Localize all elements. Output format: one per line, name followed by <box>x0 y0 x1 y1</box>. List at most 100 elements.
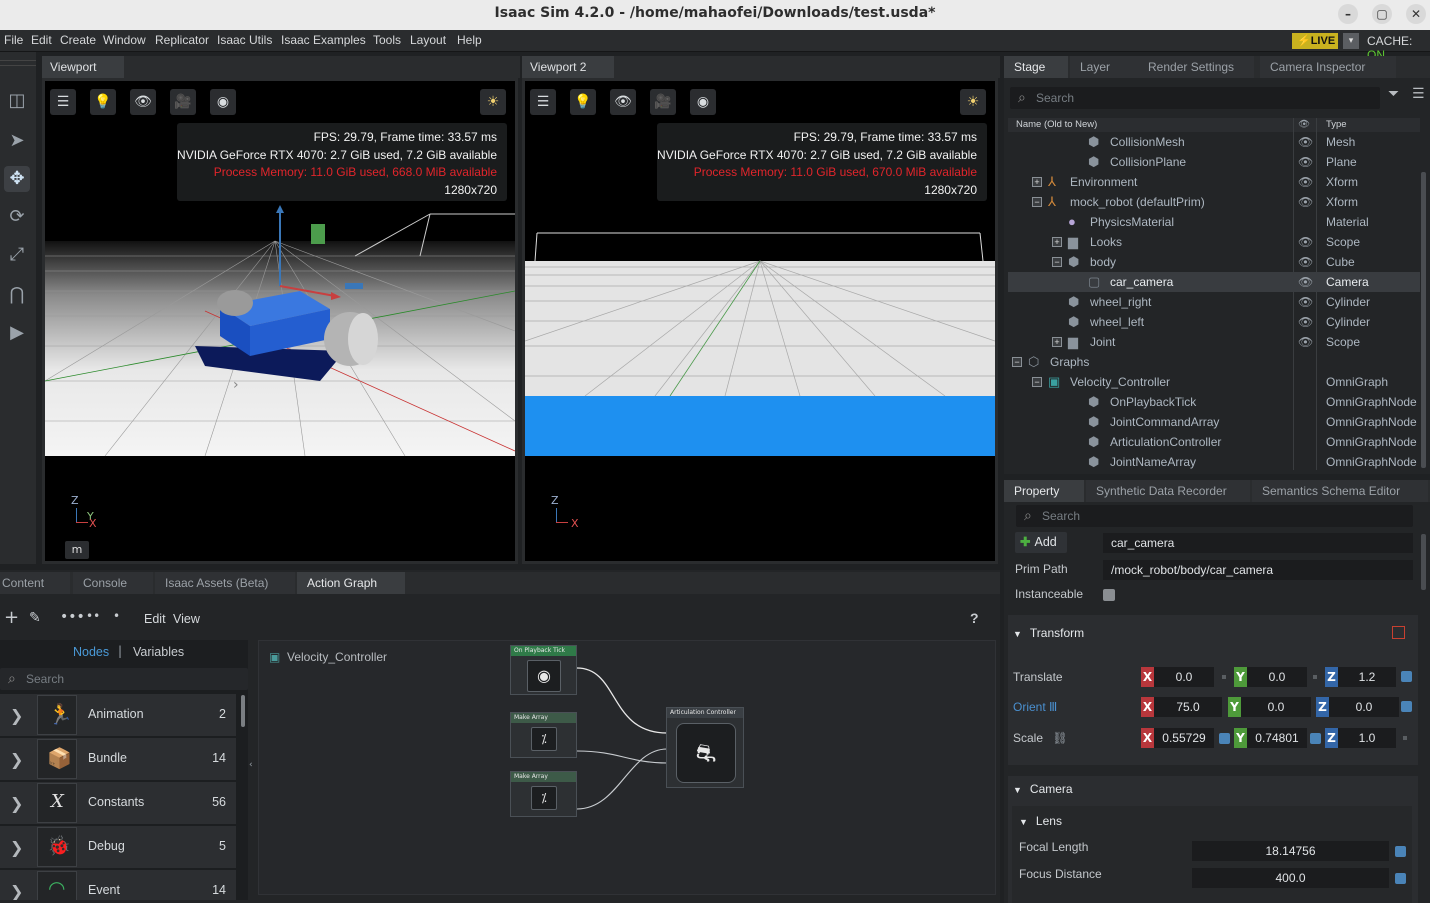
stage-row-velocity-controller[interactable]: − ▣ Velocity_Controller OmniGraph <box>1008 372 1420 392</box>
variables-tab[interactable]: Variables <box>133 645 184 659</box>
stage-row-onplaybacktick[interactable]: ⬢ OnPlaybackTick OmniGraphNode <box>1008 392 1420 412</box>
expand-icon[interactable]: + <box>1032 177 1042 187</box>
orient-keyframe-button[interactable] <box>1401 701 1412 712</box>
dots-small-icon[interactable]: •• <box>86 609 100 623</box>
render-mode-icon[interactable]: ◉ <box>690 89 716 115</box>
transform-reset-icon[interactable] <box>1392 626 1405 639</box>
minimize-button[interactable]: – <box>1338 4 1358 24</box>
tab-semantics-schema-editor[interactable]: Semantics Schema Editor <box>1252 480 1428 502</box>
collapse-icon[interactable]: − <box>1052 257 1062 267</box>
select-mode-icon[interactable]: ◫ <box>4 88 30 114</box>
stage-row-collisionplane[interactable]: ⬢ CollisionPlane 👁 Plane <box>1008 152 1420 172</box>
orient-x-field[interactable]: 75.0 <box>1154 697 1222 717</box>
orient-y-field[interactable]: 0.0 <box>1241 697 1311 717</box>
collapse-icon[interactable]: − <box>1032 197 1042 207</box>
viewport-settings-icon[interactable]: ☰ <box>50 89 76 115</box>
tab-isaac-assets[interactable]: Isaac Assets (Beta) <box>155 572 295 594</box>
live-dropdown-button[interactable]: ▾ <box>1343 33 1359 49</box>
filter-icon[interactable]: ⏷ <box>1388 86 1399 102</box>
stage-row-car-camera[interactable]: ▢ car_camera 👁 Camera <box>1008 272 1420 292</box>
visibility-eye-icon[interactable]: 👁 <box>1298 132 1313 152</box>
node-search-input[interactable]: Search <box>0 667 248 690</box>
menu-edit[interactable]: Edit <box>31 33 52 47</box>
rotate-tool-icon[interactable]: ⟳ <box>4 204 30 230</box>
stage-row-jointcommandarray[interactable]: ⬢ JointCommandArray OmniGraphNode <box>1008 412 1420 432</box>
focus-distance-keyframe-button[interactable] <box>1395 873 1406 884</box>
orient-mode-icon[interactable]: Ⅲ <box>1049 700 1057 714</box>
col-visibility-eye-icon[interactable]: 👁 <box>1298 118 1310 132</box>
visibility-eye-icon[interactable]: 👁 <box>1298 292 1313 312</box>
scale-y-field[interactable]: 0.74801 <box>1247 728 1307 748</box>
stage-row-collisionmesh[interactable]: ⬢ CollisionMesh 👁 Mesh <box>1008 132 1420 152</box>
select-arrow-icon[interactable]: ➤ <box>4 128 30 154</box>
translate-z-field[interactable]: 1.2 <box>1338 667 1396 687</box>
viewport-1[interactable]: › ☰ 💡 👁 🎥 ◉ ☀ FPS: 29.79, Frame time: 33… <box>42 78 518 564</box>
category-bundle[interactable]: ❯ 📦 Bundle 14 <box>0 738 236 780</box>
lighting-bulb-icon[interactable]: 💡 <box>90 89 116 115</box>
tab-action-graph[interactable]: Action Graph <box>297 572 405 594</box>
help-icon[interactable]: ? <box>970 610 979 626</box>
camera-select-icon[interactable]: 🎥 <box>170 89 196 115</box>
stage-row-wheel-right[interactable]: ⬢ wheel_right 👁 Cylinder <box>1008 292 1420 312</box>
live-toggle[interactable]: ⚡LIVE <box>1292 33 1338 49</box>
visibility-eye-icon[interactable]: 👁 <box>1298 232 1313 252</box>
stage-row-jointnamearray[interactable]: ⬢ JointNameArray OmniGraphNode <box>1008 452 1420 472</box>
unit-indicator[interactable]: m <box>65 541 89 559</box>
property-search-input[interactable]: Search <box>1016 504 1413 527</box>
scale-x-field[interactable]: 0.55729 <box>1154 728 1214 748</box>
graph-node-make-array-1[interactable]: Make Array ⁒ <box>510 712 577 758</box>
stage-row-graphs[interactable]: − ⬡ Graphs <box>1008 352 1420 372</box>
scale-link-icon[interactable]: ⛓ <box>1046 731 1067 745</box>
expand-icon[interactable]: + <box>1052 337 1062 347</box>
edit-pencil-icon[interactable]: ✎ <box>29 610 41 626</box>
stage-row-body[interactable]: − ⬢ body 👁 Cube <box>1008 252 1420 272</box>
visibility-eye-icon[interactable]: 👁 <box>1298 172 1313 192</box>
scale-tool-icon[interactable]: ⤢ <box>4 242 30 268</box>
category-debug[interactable]: ❯ 🐞 Debug 5 <box>0 826 236 868</box>
menu-view-graph[interactable]: View <box>173 612 200 626</box>
scale-z-field[interactable]: 1.0 <box>1338 728 1396 748</box>
visibility-eye-icon[interactable]: 👁 <box>1298 272 1313 292</box>
stage-search-input[interactable]: Search <box>1010 86 1380 109</box>
tab-content[interactable]: Content <box>0 572 70 594</box>
add-button[interactable]: ✚ Add <box>1015 532 1067 553</box>
options-menu-icon[interactable]: ☰ <box>1412 86 1425 102</box>
tab-console[interactable]: Console <box>73 572 153 594</box>
focal-length-keyframe-button[interactable] <box>1395 846 1406 857</box>
dots-icon[interactable]: ••• <box>60 609 85 625</box>
sun-light-icon[interactable]: ☀ <box>960 89 986 115</box>
tab-layer[interactable]: Layer <box>1070 56 1140 78</box>
translate-x-field[interactable]: 0.0 <box>1154 667 1214 687</box>
transform-header[interactable]: ▼ Transform <box>1013 626 1084 640</box>
nodes-tab[interactable]: Nodes <box>73 645 109 659</box>
orient-z-field[interactable]: 0.0 <box>1329 697 1399 717</box>
visibility-eye-icon[interactable]: 👁 <box>1298 192 1313 212</box>
close-button[interactable]: ✕ <box>1406 4 1426 24</box>
category-constants[interactable]: ❯ X Constants 56 <box>0 782 236 824</box>
tab-render-settings[interactable]: Render Settings <box>1138 56 1254 78</box>
graph-node-make-array-2[interactable]: Make Array ⁒ <box>510 771 577 817</box>
collapse-icon[interactable]: − <box>1012 357 1022 367</box>
focus-distance-field[interactable]: 400.0 <box>1192 868 1389 888</box>
prim-name-field[interactable]: car_camera <box>1103 533 1413 553</box>
new-graph-plus-icon[interactable]: + <box>4 607 19 628</box>
menu-isaac-examples[interactable]: Isaac Examples <box>281 33 366 47</box>
category-event[interactable]: ❯ ◠ Event 14 <box>0 870 236 900</box>
property-scrollbar[interactable] <box>1421 534 1426 590</box>
collapse-arrow-icon[interactable]: ‹ <box>249 760 253 770</box>
expand-icon[interactable]: + <box>1052 237 1062 247</box>
snap-magnet-icon[interactable]: ⋂ <box>4 282 30 308</box>
lens-header[interactable]: ▼ Lens <box>1019 814 1062 828</box>
stage-row-environment[interactable]: + ⅄ Environment 👁 Xform <box>1008 172 1420 192</box>
visibility-eye-icon[interactable]: 👁 <box>610 89 636 115</box>
menu-edit-graph[interactable]: Edit <box>144 612 166 626</box>
camera-select-icon[interactable]: 🎥 <box>650 89 676 115</box>
stage-scrollbar[interactable] <box>1421 172 1426 468</box>
focal-length-field[interactable]: 18.14756 <box>1192 841 1389 861</box>
play-icon[interactable]: ▶ <box>4 320 30 346</box>
render-mode-icon[interactable]: ◉ <box>210 89 236 115</box>
stage-row-wheel-left[interactable]: ⬢ wheel_left 👁 Cylinder <box>1008 312 1420 332</box>
graph-canvas[interactable]: ▣ Velocity_Controller On Playback Tick ◉… <box>258 640 996 895</box>
splitter[interactable]: ‹ <box>248 640 258 900</box>
sun-light-icon[interactable]: ☀ <box>480 89 506 115</box>
